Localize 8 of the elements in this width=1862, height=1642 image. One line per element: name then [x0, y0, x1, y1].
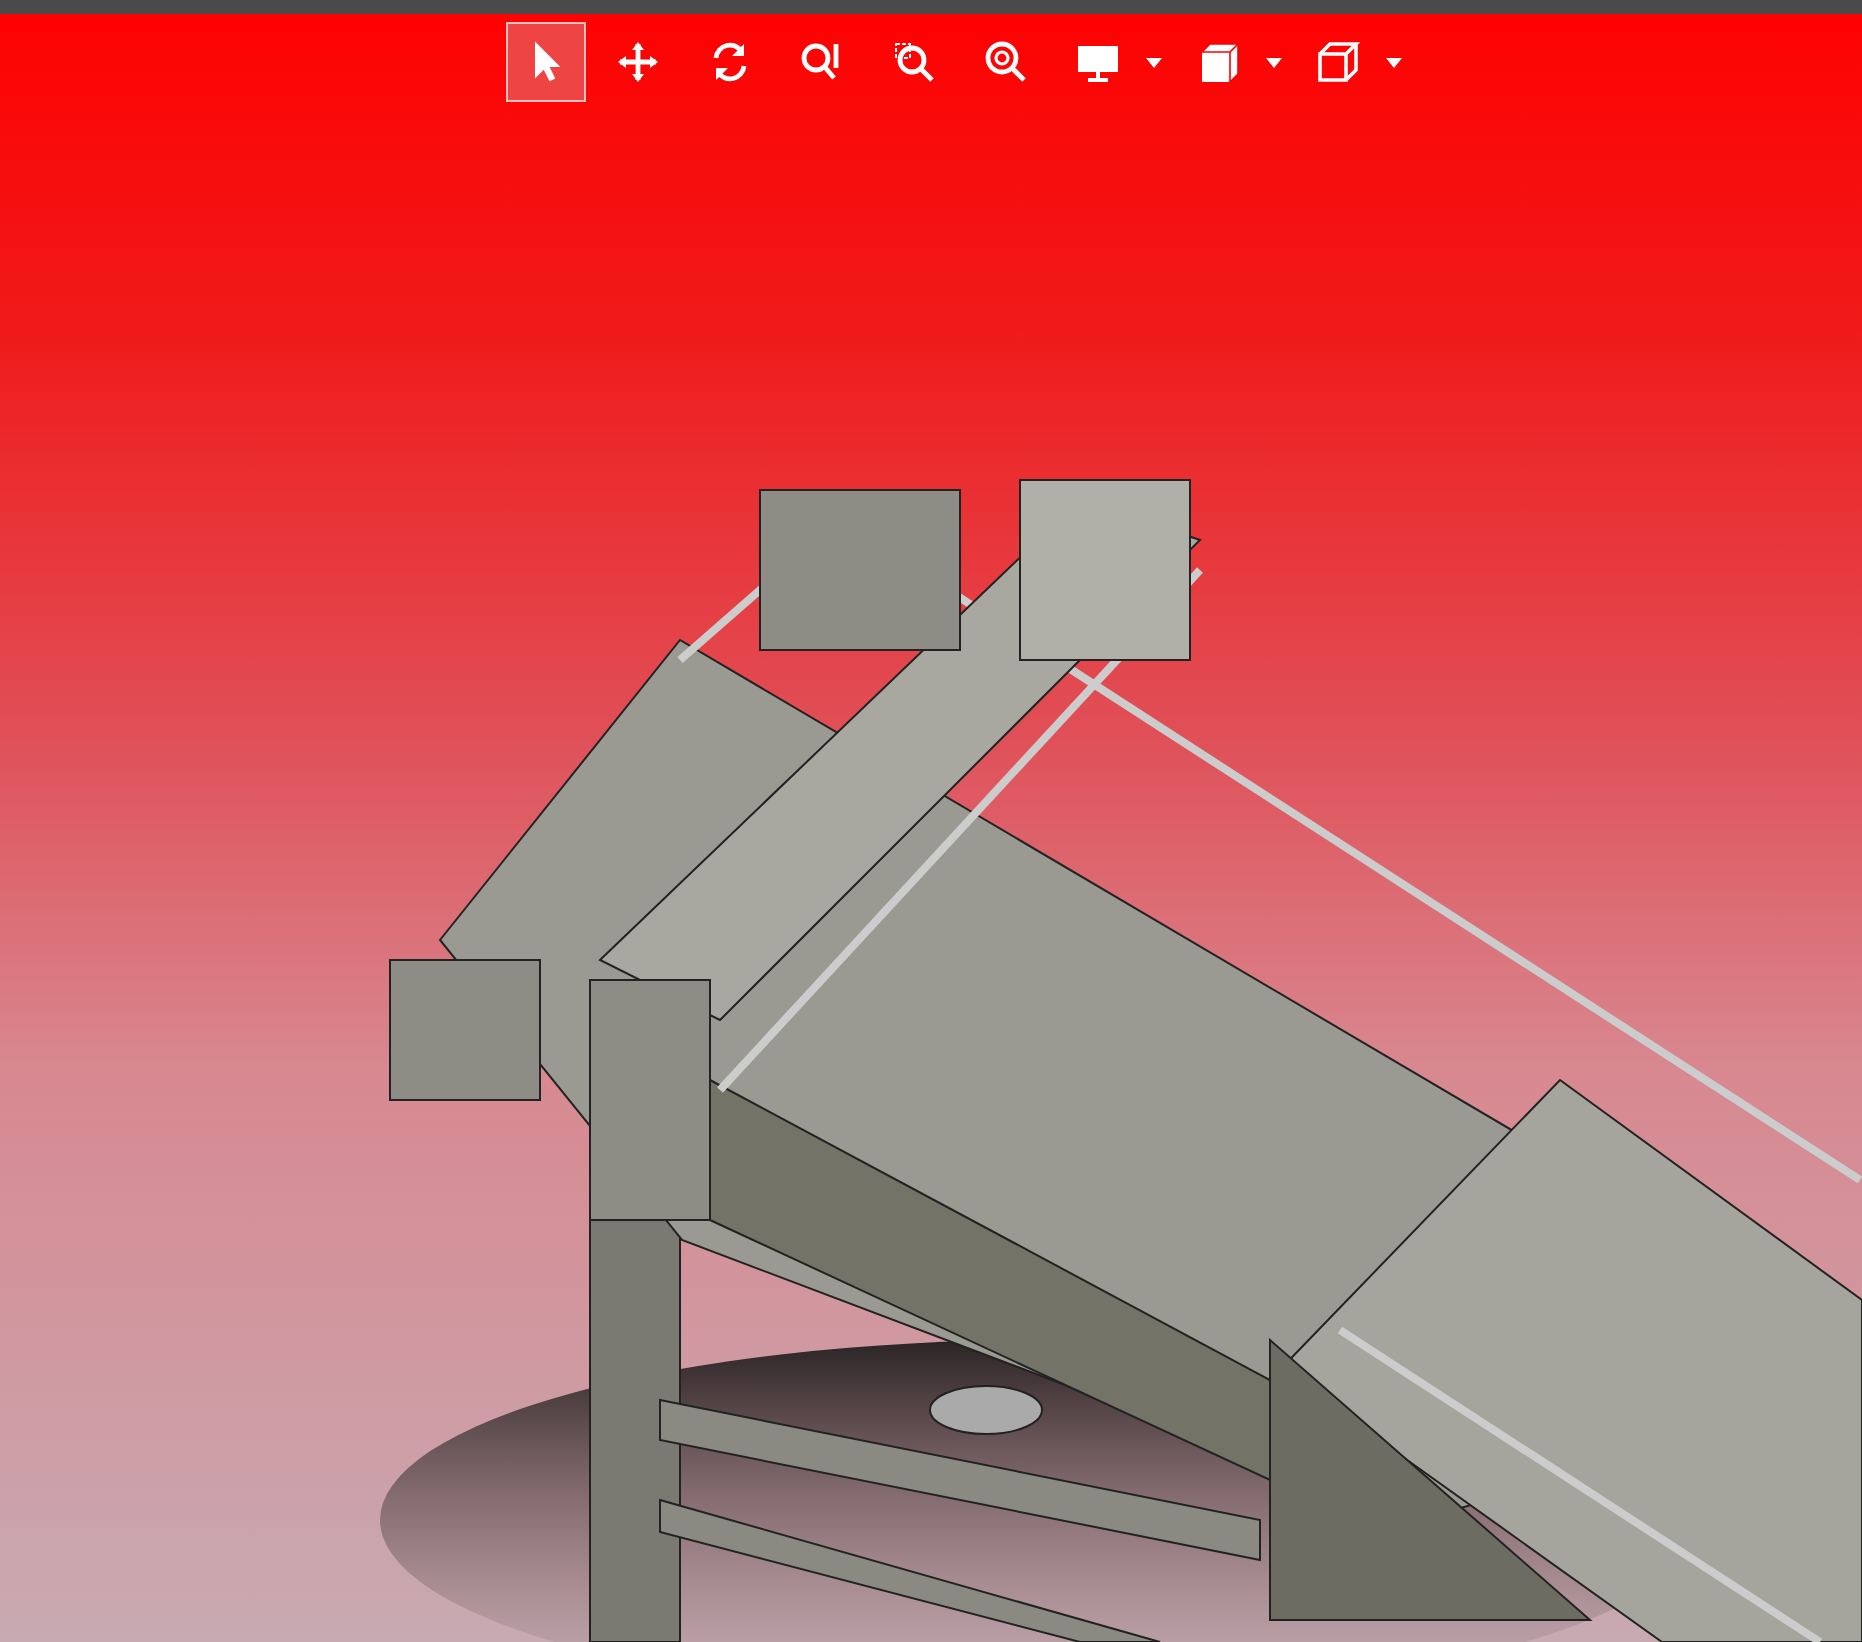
zoom-fit-icon: [981, 38, 1029, 86]
cube-icon: [1313, 38, 1361, 86]
caret-icon[interactable]: [1145, 57, 1161, 67]
caret-icon[interactable]: [1385, 57, 1401, 67]
caret-icon[interactable]: [1265, 57, 1281, 67]
pointer-tool-button[interactable]: [505, 22, 585, 102]
zoom-area-icon: [889, 38, 937, 86]
move-icon: [613, 38, 661, 86]
